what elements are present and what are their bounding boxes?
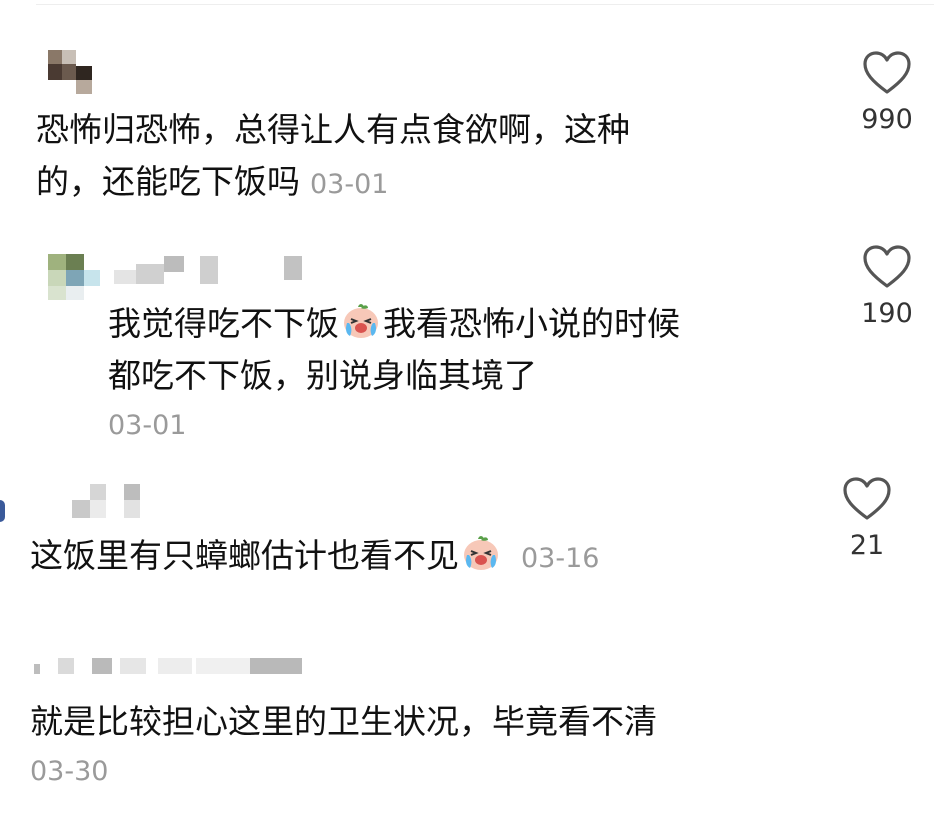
like-count: 190 [861,298,913,329]
top-divider [36,4,934,5]
heart-outline-icon [863,245,911,288]
comment-2-user [44,250,824,300]
crying-laughing-emoji-icon [464,536,498,570]
comment-text-line: 我看恐怖小说的时候 [383,304,680,343]
heart-outline-icon [843,477,891,520]
comment-3-user [30,482,830,530]
timestamp: 03-30 [30,756,109,787]
comment-4-text: 就是比较担心这里的卫生状况，毕竟看不清 [30,696,850,748]
comment-2[interactable]: 我觉得吃不下饭 我看恐怖小说的时候 都吃不下饭，别说身临其境了 03-01 [44,250,824,448]
comment-4[interactable]: 就是比较担心这里的卫生状况，毕竟看不清 03-30 [30,650,850,794]
comment-1-user [36,48,836,96]
comment-text-line: 的，还能吃下饭吗 [36,162,300,201]
comment-text-line: 就是比较担心这里的卫生状况，毕竟看不清 [30,702,657,741]
comment-text-line: 都吃不下饭，别说身临其境了 [108,356,537,395]
comment-2-text: 我觉得吃不下饭 我看恐怖小说的时候 都吃不下饭，别说身临其境了 [108,298,824,402]
timestamp: 03-01 [108,410,187,441]
like-count: 990 [861,104,913,135]
comment-1[interactable]: 恐怖归恐怖，总得让人有点食欲啊，这种 的，还能吃下饭吗 03-01 [36,48,836,211]
heart-outline-icon [863,51,911,94]
comment-4-user [30,650,850,684]
like-button[interactable]: 190 [842,244,932,329]
like-count: 21 [849,530,885,561]
comment-3[interactable]: 这饭里有只蟑螂估计也看不见 03-16 [30,482,830,585]
side-scroll-indicator [0,500,5,522]
timestamp: 03-16 [521,543,600,574]
comment-3-text: 这饭里有只蟑螂估计也看不见 03-16 [30,530,830,585]
crying-laughing-emoji-icon [344,304,378,338]
comment-1-text: 恐怖归恐怖，总得让人有点食欲啊，这种 的，还能吃下饭吗 03-01 [36,104,836,211]
like-button[interactable]: 990 [842,50,932,135]
timestamp: 03-01 [310,169,389,200]
like-button[interactable]: 21 [822,476,912,561]
comment-text-line: 我觉得吃不下饭 [108,304,339,343]
comment-text-line: 恐怖归恐怖，总得让人有点食欲啊，这种 [36,110,630,149]
comment-text-line: 这饭里有只蟑螂估计也看不见 [30,536,459,575]
